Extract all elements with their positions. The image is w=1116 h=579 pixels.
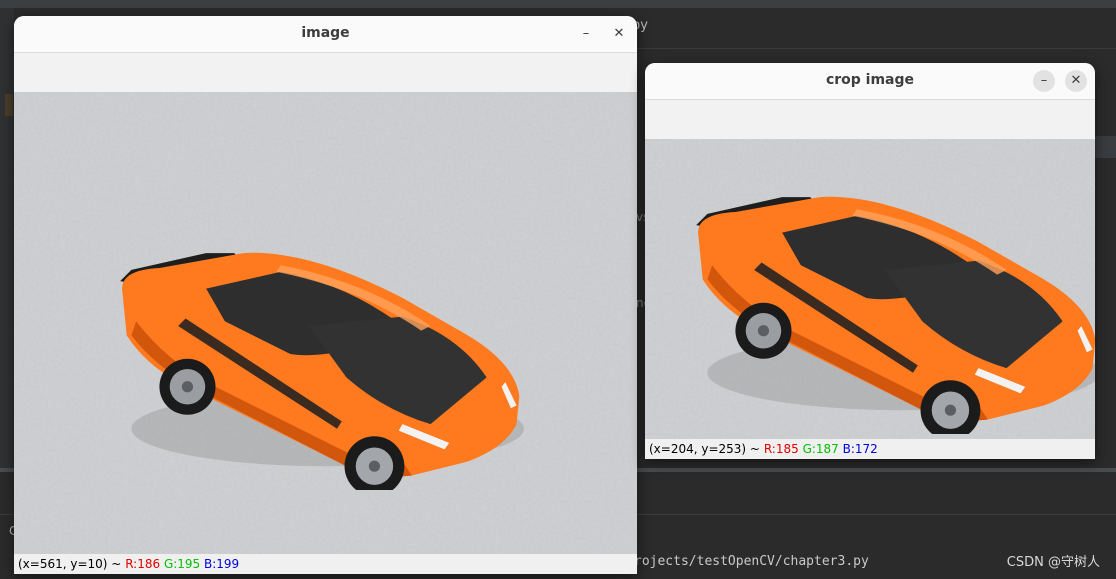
image-display[interactable] [14, 92, 637, 554]
blue-value: B:199 [204, 557, 240, 571]
crop-window-titlebar[interactable]: crop image – ✕ [645, 63, 1095, 100]
window-title: crop image [825, 72, 915, 88]
watermark: CSDN @守树人 [1006, 555, 1100, 570]
ide-right-strip [1094, 136, 1116, 158]
image-window: image – ✕ (x=561, y=10) ~ R:186 G:195 B:… [14, 16, 637, 574]
ide-gutter-marker [5, 94, 13, 116]
image-status-bar: (x=561, y=10) ~ R:186 G:195 B:199 [14, 554, 637, 574]
red-value: R:185 [763, 442, 799, 456]
window-title: image [301, 25, 350, 41]
image-window-toolbar [14, 53, 637, 92]
crop-window-toolbar [645, 100, 1095, 139]
crop-status-bar: (x=204, y=253) ~ R:185 G:187 B:172 [645, 439, 1095, 459]
cursor-coords: (x=204, y=253) ~ [649, 442, 760, 456]
ide-top-bar [0, 0, 1116, 8]
car-photo [14, 92, 637, 554]
crop-image-display[interactable] [645, 139, 1095, 439]
red-value: R:186 [125, 557, 161, 571]
close-button[interactable]: ✕ [608, 23, 630, 45]
blue-value: B:172 [842, 442, 878, 456]
cropped-car-photo [645, 139, 1095, 439]
terminal-path: rojects/testOpenCV/chapter3.py [634, 554, 869, 569]
image-window-titlebar[interactable]: image – ✕ [14, 16, 637, 53]
crop-image-window: crop image – ✕ (x=204, y=253) ~ R:185 G:… [645, 63, 1095, 459]
minimize-button[interactable]: – [1033, 70, 1055, 92]
green-value: G:187 [802, 442, 839, 456]
green-value: G:195 [163, 557, 201, 571]
close-button[interactable]: ✕ [1065, 70, 1087, 92]
minimize-button[interactable]: – [575, 23, 597, 45]
cursor-coords: (x=561, y=10) ~ [18, 557, 122, 571]
